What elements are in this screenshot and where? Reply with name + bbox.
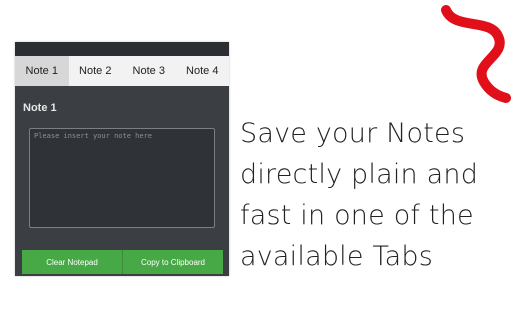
promo-line-2: directly plain and [240, 159, 479, 190]
promo-tagline: Save your Notes directly plain and fast … [240, 113, 512, 277]
clear-notepad-button[interactable]: Clear Notepad [22, 250, 122, 274]
tab-note-1[interactable]: Note 1 [15, 56, 69, 86]
window-topbar [15, 42, 229, 56]
action-buttons: Clear Notepad Copy to Clipboard [22, 250, 223, 274]
note-textarea[interactable] [29, 128, 215, 228]
tab-note-2[interactable]: Note 2 [68, 56, 122, 86]
tab-note-3[interactable]: Note 3 [122, 56, 176, 86]
note-title: Note 1 [23, 102, 57, 114]
promo-line-4: available Tabs [240, 241, 434, 272]
promo-line-1: Save your Notes [240, 118, 466, 149]
promo-line-3: fast in one of the [240, 200, 474, 231]
copy-to-clipboard-button[interactable]: Copy to Clipboard [122, 250, 223, 274]
notepad-app-window: Note 1 Note 2 Note 3 Note 4 Note 1 Clear… [15, 42, 229, 276]
note-panel: Note 1 Clear Notepad Copy to Clipboard [15, 86, 229, 276]
tab-note-4[interactable]: Note 4 [175, 56, 229, 86]
note-tabs: Note 1 Note 2 Note 3 Note 4 [15, 56, 229, 86]
notepad-logo-icon [440, 0, 512, 112]
